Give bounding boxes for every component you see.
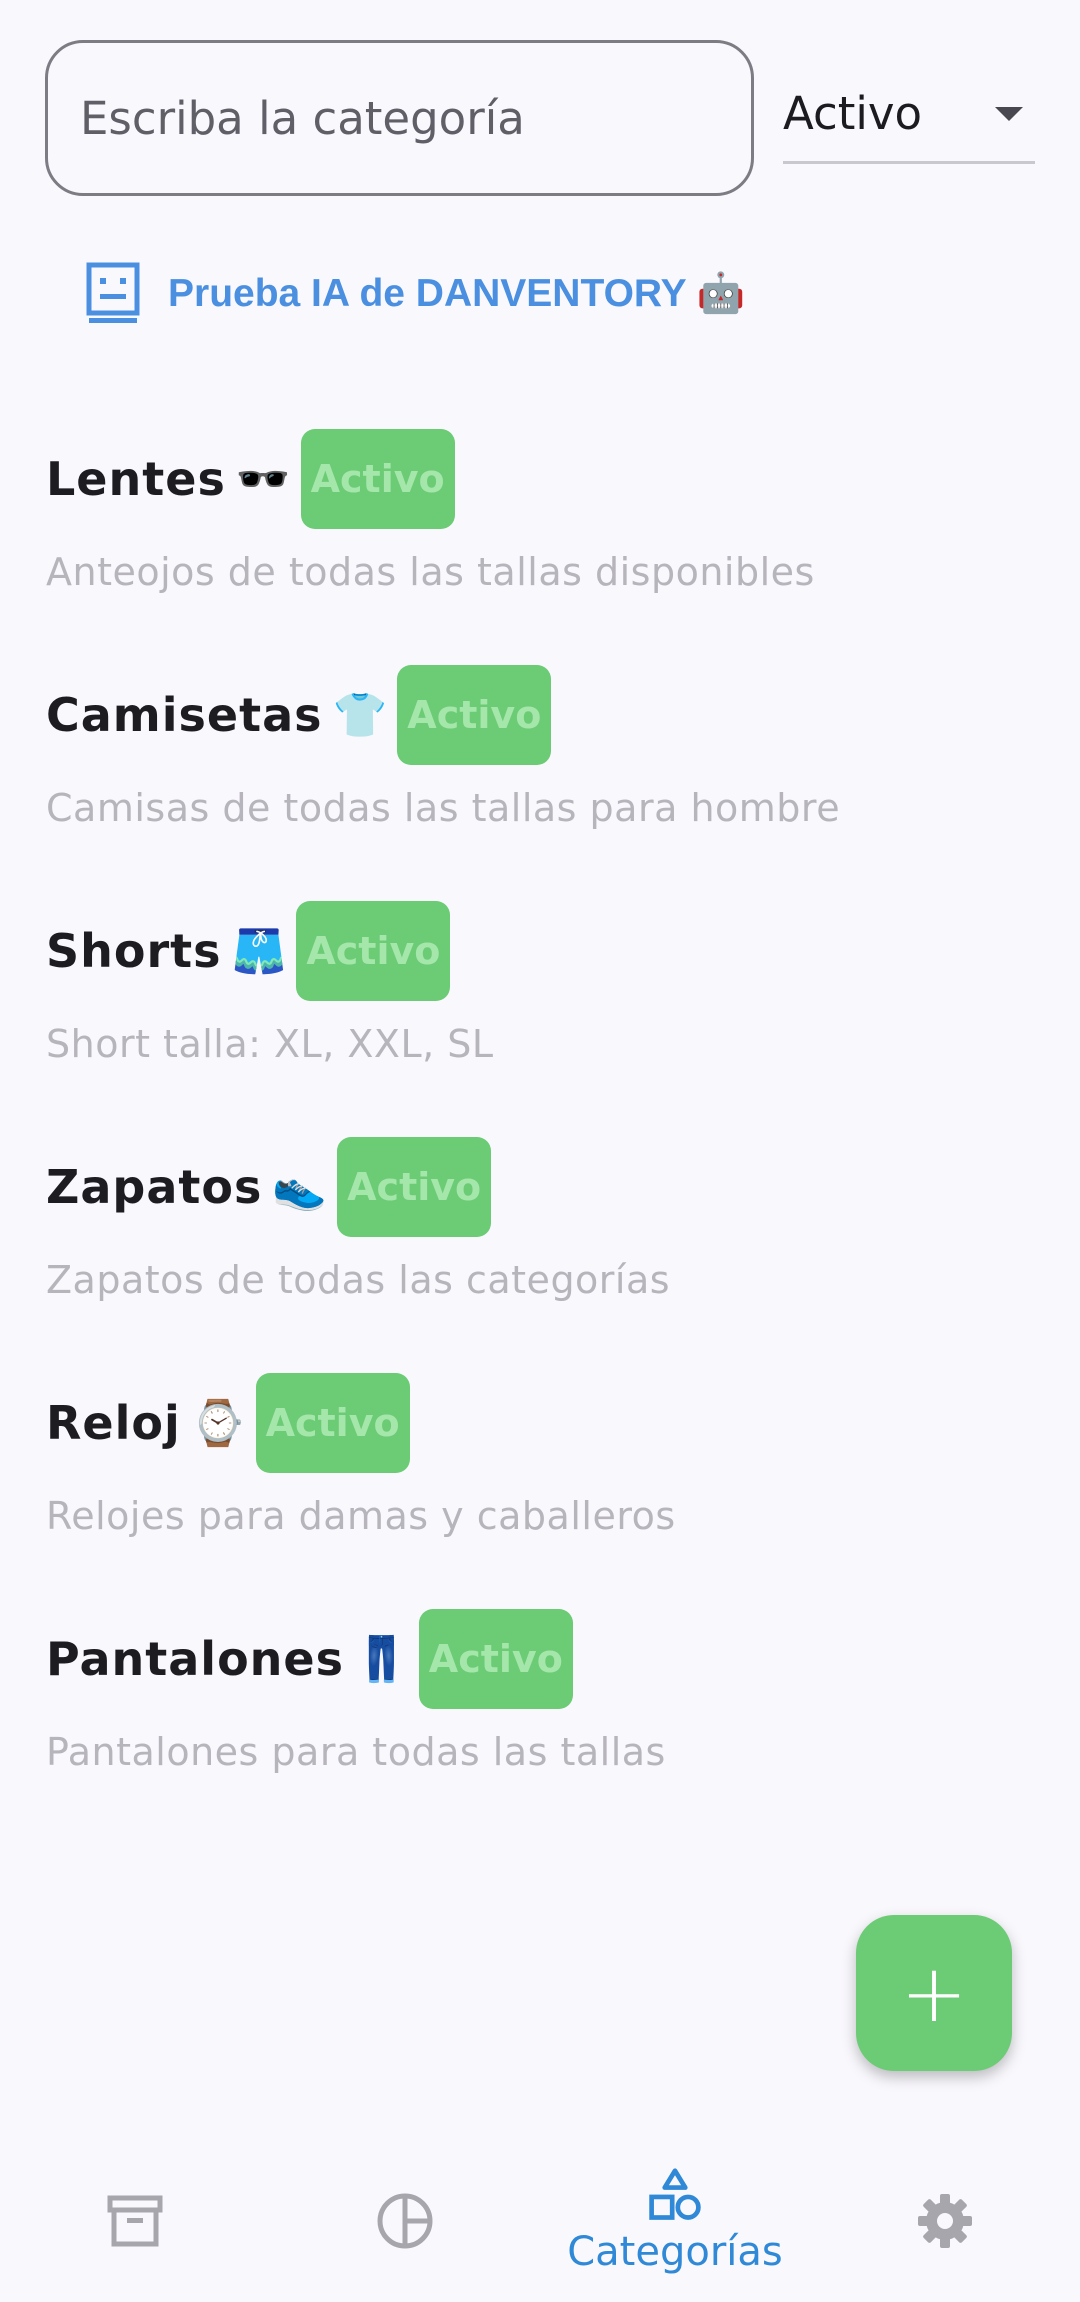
nav-label-categories: Categorías [567,2229,783,2275]
category-item[interactable]: Reloj ⌚ Activo Relojes para damas y caba… [46,1364,1036,1600]
category-title: Camisetas [46,688,323,742]
category-description: Camisas de todas las tallas para hombre [46,786,841,830]
category-item[interactable]: Pantalones 👖 Activo Pantalones para toda… [46,1600,1036,1836]
category-description: Short talla: XL, XXL, SL [46,1022,494,1066]
add-category-button[interactable]: + [856,1915,1012,2071]
shapes-icon [649,2168,701,2220]
sneaker-icon: 👟 [272,1162,328,1213]
category-item[interactable]: Zapatos 👟 Activo Zapatos de todas las ca… [46,1128,1036,1364]
nav-item-categories[interactable]: Categorías [540,2140,810,2302]
plus-icon: + [900,1946,968,2040]
filter-bar: Activo [45,40,1035,196]
category-item[interactable]: Lentes 🕶️ Activo Anteojos de todas las t… [46,420,1036,656]
category-description: Zapatos de todas las categorías [46,1258,671,1302]
status-badge: Activo [296,901,451,1001]
tshirt-icon: 👕 [332,690,388,741]
robot-face-icon [86,262,140,323]
ai-trial-label: Prueba IA de DANVENTORY 🤖 [168,272,746,315]
ai-trial-link[interactable]: Prueba IA de DANVENTORY 🤖 [86,262,745,324]
gear-icon [918,2194,972,2248]
nav-item-inventory[interactable] [0,2140,270,2302]
category-item[interactable]: Shorts 🩳 Activo Short talla: XL, XXL, SL [46,892,1036,1128]
caret-down-icon [995,106,1023,121]
category-search-input[interactable] [45,40,754,196]
jeans-icon: 👖 [354,1634,409,1685]
status-badge: Activo [300,429,455,529]
category-list: Lentes 🕶️ Activo Anteojos de todas las t… [46,420,1036,1836]
sunglasses-icon: 🕶️ [235,454,291,505]
category-description: Anteojos de todas las tallas disponibles [46,550,815,594]
category-title: Lentes [46,452,226,506]
shorts-icon: 🩳 [231,926,287,977]
bottom-navigation: Categorías [0,2140,1080,2302]
archive-icon [107,2195,163,2247]
category-title: Zapatos [46,1160,263,1214]
category-title: Reloj [46,1396,181,1450]
status-badge: Activo [255,1373,410,1473]
pie-chart-icon [377,2193,433,2249]
category-title: Shorts [46,924,222,978]
status-dropdown-value: Activo [783,87,923,140]
nav-item-reports[interactable] [270,2140,540,2302]
status-badge: Activo [397,665,552,765]
category-item[interactable]: Camisetas 👕 Activo Camisas de todas las … [46,656,1036,892]
status-badge: Activo [418,1609,573,1709]
watch-icon: ⌚ [190,1398,246,1449]
status-dropdown[interactable]: Activo [783,66,1035,164]
status-badge: Activo [337,1137,492,1237]
nav-item-settings[interactable] [810,2140,1080,2302]
category-description: Relojes para damas y caballeros [46,1494,676,1538]
category-title: Pantalones [46,1632,344,1686]
category-description: Pantalones para todas las tallas [46,1730,666,1774]
